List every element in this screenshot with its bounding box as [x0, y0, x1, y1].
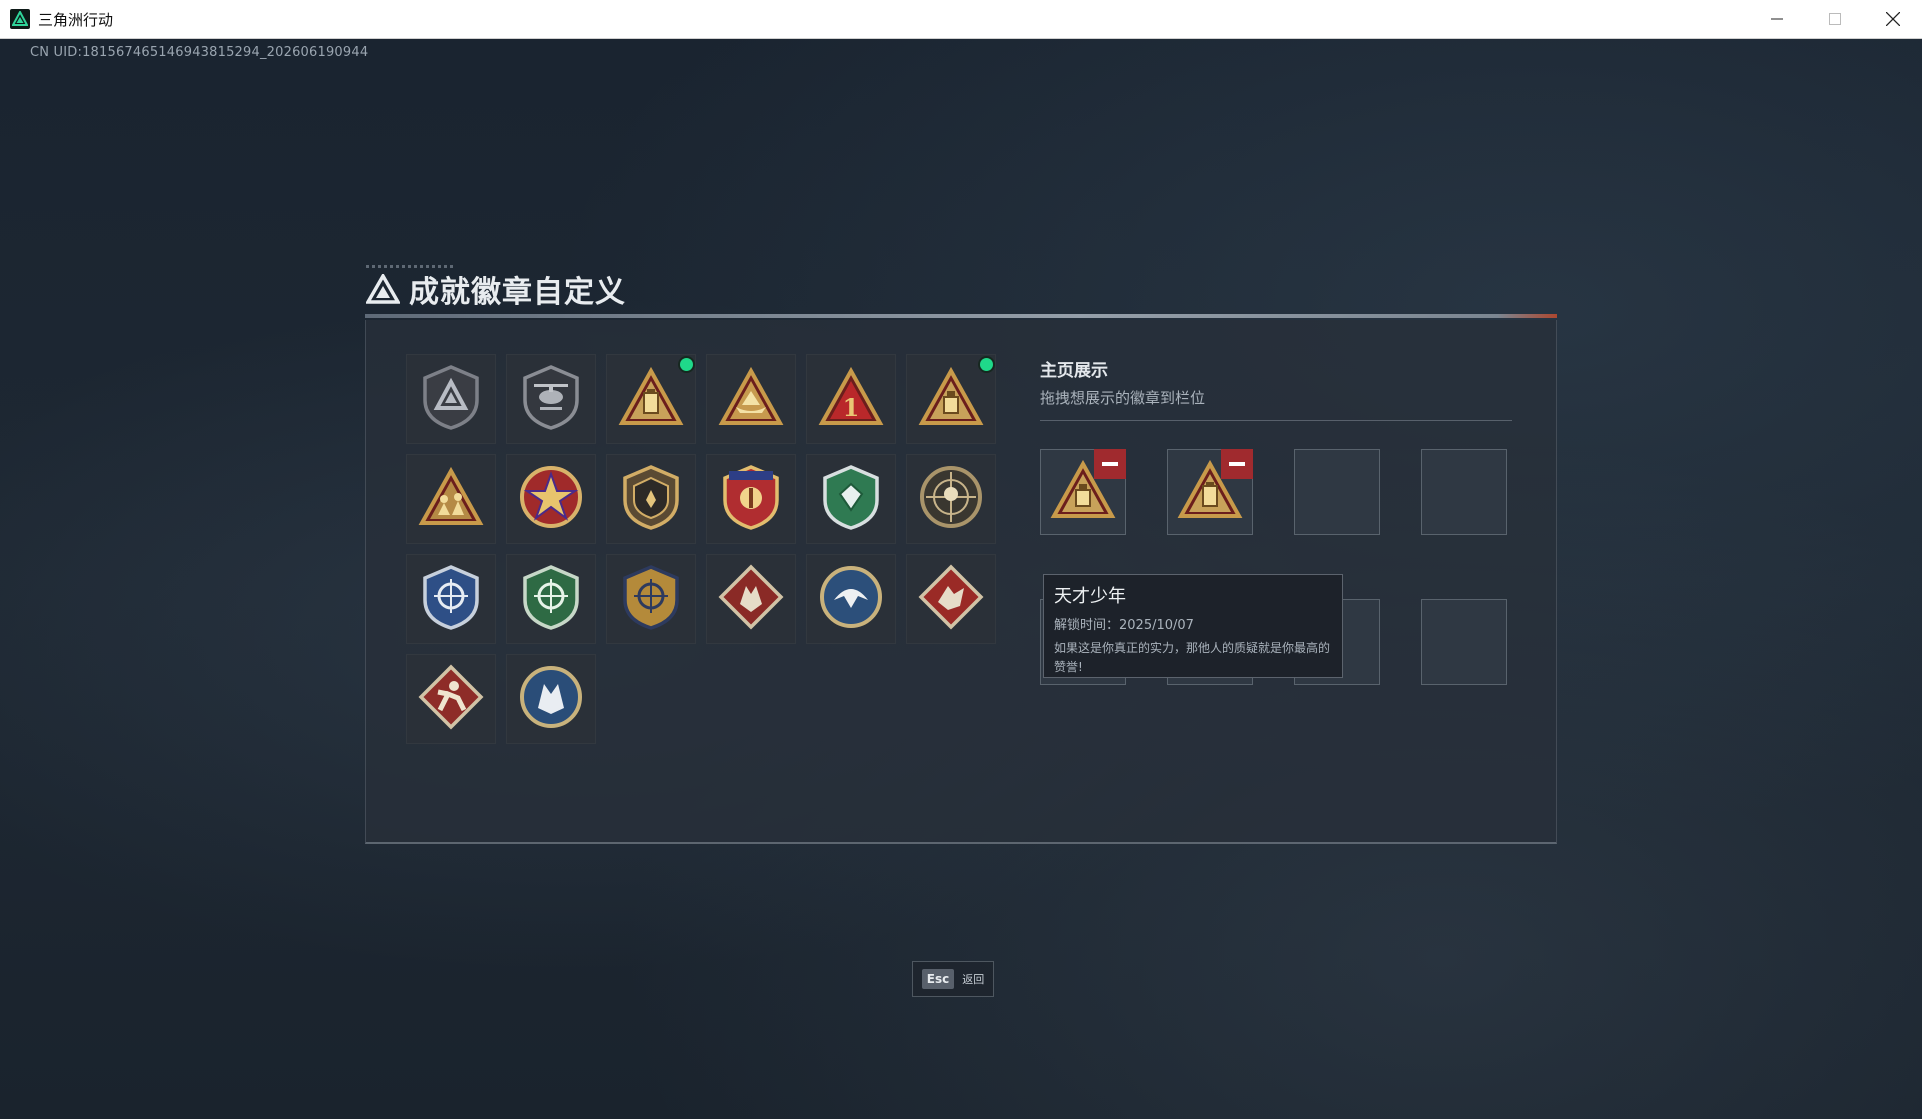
minus-icon: [1102, 462, 1118, 466]
back-label: 返回: [962, 973, 985, 986]
close-button[interactable]: [1864, 0, 1922, 38]
showcase-slot-empty[interactable]: [1421, 599, 1507, 685]
green-crosshair-shield-badge-icon: [520, 564, 582, 634]
tooltip-description: 如果这是你真正的实力，那他人的质疑就是你最高的赞誉!: [1054, 641, 1331, 674]
badge-cell[interactable]: [806, 554, 896, 644]
blue-crosshair-shield-badge-icon: [420, 564, 482, 634]
close-icon: [1886, 12, 1900, 26]
red-wolf-diamond-badge-icon: [718, 564, 784, 634]
red-star-medal-badge-icon: [518, 464, 584, 534]
badge-cell[interactable]: [406, 454, 496, 544]
green-gem-shield-badge-icon: [820, 464, 882, 534]
showcase-header: 主页展示 拖拽想展示的徽章到栏位: [1040, 356, 1512, 421]
new-badge-dot: [680, 358, 693, 371]
gold-hand-shield-badge-icon: [620, 464, 682, 534]
badge-cell[interactable]: [706, 554, 796, 644]
game-viewport: CN UID:1815674651469438152​94_2026061909…: [0, 39, 1922, 1119]
page-title: 成就徽章自定义: [409, 275, 626, 310]
badge-collection-grid: 1: [406, 354, 996, 744]
tooltip-title: 天才少年: [1054, 586, 1126, 607]
badge-cell[interactable]: [406, 654, 496, 744]
badge-cell[interactable]: [906, 354, 996, 444]
badge-cell[interactable]: [506, 354, 596, 444]
minus-icon: [1229, 462, 1245, 466]
back-button[interactable]: Esc 返回: [912, 961, 994, 997]
showcase-divider: [1040, 420, 1512, 421]
minimize-icon: [1771, 18, 1783, 20]
header-divider: [365, 314, 1557, 318]
badge-cell[interactable]: [406, 554, 496, 644]
showcase-subtitle: 拖拽想展示的徽章到栏位: [1040, 389, 1206, 407]
showcase-slot-filled[interactable]: [1167, 449, 1253, 535]
showcase-slot-empty[interactable]: [1421, 449, 1507, 535]
window-titlebar: 三角洲行动: [0, 0, 1922, 39]
uid-label: CN UID:1815674651469438152​94_2026061909…: [30, 45, 369, 60]
new-badge-dot: [980, 358, 993, 371]
badge-tooltip: 天才少年 解锁时间：2025/10/07 如果这是你真正的实力，那他人的质疑就是…: [1043, 574, 1343, 678]
window-title: 三角洲行动: [38, 10, 114, 29]
showcase-slot-empty[interactable]: [1294, 449, 1380, 535]
showcase-title: 主页展示: [1040, 361, 1108, 381]
gold-soldiers-triangle-badge-icon: [418, 466, 484, 531]
showcase-slot-filled[interactable]: [1040, 449, 1126, 535]
gold-lantern-triangle-badge-icon: [618, 366, 684, 431]
skull-crosshair-badge-icon: [918, 464, 984, 534]
grey-triangle-shield-badge-icon: [420, 364, 482, 434]
remove-badge-button[interactable]: [1094, 449, 1126, 479]
maximize-button[interactable]: [1806, 0, 1864, 38]
badge-cell[interactable]: [706, 454, 796, 544]
svg-text:1: 1: [843, 393, 860, 422]
red-dragon-diamond-badge-icon: [918, 564, 984, 634]
blue-wolf-circle-badge-icon: [518, 664, 584, 734]
badge-cell[interactable]: [806, 454, 896, 544]
badge-cell[interactable]: 1: [806, 354, 896, 444]
badge-cell[interactable]: [506, 554, 596, 644]
gold-usb-triangle-badge-icon: [918, 366, 984, 431]
gold-crosshair-shield-badge-icon: [620, 564, 682, 634]
badge-cell[interactable]: [706, 354, 796, 444]
gold-boat-triangle-badge-icon: [718, 366, 784, 431]
badge-cell[interactable]: [506, 654, 596, 744]
badge-cell[interactable]: [606, 354, 696, 444]
blue-star-crest-badge-icon: [720, 464, 782, 534]
tooltip-unlock-time: 解锁时间：2025/10/07: [1054, 618, 1194, 633]
badge-cell[interactable]: [606, 454, 696, 544]
gold-number-one-triangle-badge-icon: 1: [818, 366, 884, 431]
badge-cell[interactable]: [506, 454, 596, 544]
page-header: 成就徽章自定义: [365, 267, 626, 311]
delta-logo-icon: [365, 271, 401, 307]
badge-cell[interactable]: [906, 454, 996, 544]
badge-cell[interactable]: [406, 354, 496, 444]
badge-panel: 1 主页展示 拖拽想展示的徽章到栏位 天才少年 解锁时间：2025/10/07 …: [365, 320, 1557, 844]
badge-cell[interactable]: [906, 554, 996, 644]
blue-eagle-circle-badge-icon: [818, 564, 884, 634]
maximize-icon: [1829, 13, 1841, 25]
badge-cell[interactable]: [606, 554, 696, 644]
helicopter-shield-badge-icon: [520, 364, 582, 434]
app-logo-icon: [10, 9, 30, 29]
esc-key-hint: Esc: [921, 969, 955, 989]
remove-badge-button[interactable]: [1221, 449, 1253, 479]
red-runner-diamond-badge-icon: [418, 664, 484, 734]
minimize-button[interactable]: [1748, 0, 1806, 38]
